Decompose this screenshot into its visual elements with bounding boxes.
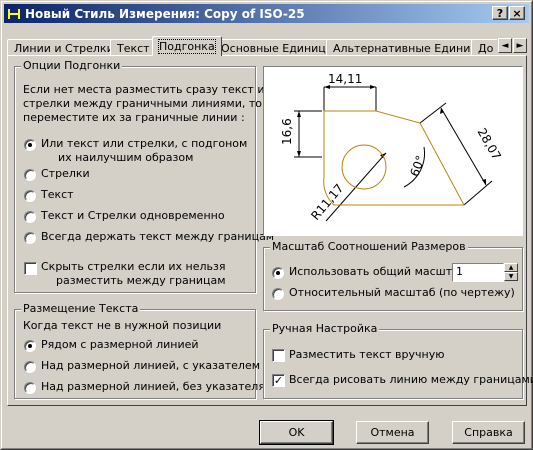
fit-radio-label: Всегда держать текст между границам: [41, 230, 275, 243]
tab-alternate-units[interactable]: Альтернативные Единицы: [326, 39, 494, 56]
placement-radio-label: Над размерной линией, без указателя: [41, 380, 265, 393]
placement-radio-label: Над размерной линией, с указателем: [41, 359, 261, 372]
fit-options-legend: Опции Подгонки: [21, 59, 123, 72]
overall-scale-input[interactable]: 1: [452, 263, 504, 282]
fit-radio-text-and-arrows[interactable]: [24, 211, 36, 223]
scale-layout-label: Относительный масштаб (по чертежу): [289, 286, 515, 299]
fit-options-group: Опции Подгонки Если нет места разместить…: [14, 59, 282, 293]
tab-fit[interactable]: Подгонка: [152, 36, 222, 56]
scale-overall-label: Использовать общий масштаб:: [289, 265, 470, 278]
fit-radio-text-or-arrows[interactable]: [24, 139, 36, 151]
scale-group: Масштаб Соотношений Размеров Использоват…: [263, 240, 523, 311]
tab-tolerances[interactable]: До: [471, 39, 497, 56]
placement-radio-label: Рядом с размерной линией: [41, 338, 199, 351]
help-title-button[interactable]: ?: [492, 6, 508, 20]
text-placement-legend: Размещение Текста: [21, 302, 141, 315]
placement-radio-over-with-leader[interactable]: [24, 361, 36, 373]
tab-scroll-right-icon[interactable]: ►: [513, 38, 527, 53]
scale-legend: Масштаб Соотношений Размеров: [270, 240, 468, 253]
tab-text[interactable]: Текст: [110, 39, 157, 56]
always-draw-line-checkbox[interactable]: ✓: [272, 374, 285, 387]
fit-radio-keep-text-between[interactable]: [24, 232, 36, 244]
fit-radio-text[interactable]: [24, 190, 36, 202]
scale-radio-layout[interactable]: [272, 288, 284, 300]
tab-lines-arrows[interactable]: Линии и Стрелки: [7, 39, 121, 56]
fit-radio-label: Или текст или стрелки, с подгоном: [41, 137, 248, 150]
tab-primary-units[interactable]: Основные Единицы: [214, 39, 342, 56]
fit-description-line: переместите их за граничные линии :: [23, 111, 245, 124]
suppress-arrows-label: Скрыть стрелки если их нельзя: [41, 260, 226, 273]
title-bar: Новый Стиль Измерения: Copy of ISO-25 ? …: [4, 4, 529, 23]
fit-radio-label: Стрелки: [41, 167, 90, 180]
cancel-button[interactable]: Отмена: [356, 421, 429, 444]
always-draw-line-label: Всегда рисовать линию между границами: [289, 373, 533, 386]
fine-tuning-legend: Ручная Настройка: [270, 322, 380, 335]
fit-radio-label: Текст и Стрелки одновременно: [41, 209, 225, 222]
window-title: Новый Стиль Измерения: Copy of ISO-25: [25, 6, 305, 21]
dimension-style-dialog: Новый Стиль Измерения: Copy of ISO-25 ? …: [0, 0, 533, 450]
close-button[interactable]: ×: [509, 6, 525, 20]
suppress-arrows-checkbox[interactable]: [24, 262, 37, 275]
manual-text-label: Разместить текст вручную: [289, 348, 445, 361]
preview-drawing: [294, 85, 493, 222]
fit-radio-label: их наилучшим образом: [58, 151, 194, 164]
fit-radio-label: Текст: [41, 188, 74, 201]
dimension-preview: 14,11 16,6 28,07 60° R11,17: [263, 66, 523, 236]
suppress-arrows-label: разместить между границам: [56, 274, 226, 287]
text-placement-caption: Когда текст не в нужной позиции: [23, 319, 222, 332]
tab-scroll-left-icon[interactable]: ◄: [498, 38, 512, 53]
scale-radio-overall[interactable]: [272, 267, 284, 279]
ok-button[interactable]: OK: [259, 420, 334, 445]
app-icon: [7, 7, 21, 21]
text-placement-group: Размещение Текста Когда текст не в нужно…: [14, 302, 265, 399]
manual-text-checkbox[interactable]: [272, 349, 285, 362]
help-button[interactable]: Справка: [452, 421, 525, 444]
placement-radio-over-without-leader[interactable]: [24, 382, 36, 394]
fit-description-line: стрелки между граничными линиями, тогда: [23, 97, 283, 110]
placement-radio-beside-line[interactable]: [24, 340, 36, 352]
fine-tuning-group: Ручная Настройка Разместить текст вручну…: [263, 322, 533, 399]
preview-dim-left: 16,6: [280, 118, 294, 145]
scale-down-icon[interactable]: ▼: [504, 272, 518, 281]
fit-tab-panel: Опции Подгонки Если нет места разместить…: [7, 55, 533, 406]
fit-radio-arrows[interactable]: [24, 169, 36, 181]
scale-up-icon[interactable]: ▲: [504, 263, 518, 272]
fit-description-line: Если нет места разместить сразу текст и: [23, 83, 265, 96]
preview-dim-top: 14,11: [328, 72, 363, 86]
tab-strip: Линии и Стрелки Текст Подгонка Основные …: [7, 36, 497, 56]
